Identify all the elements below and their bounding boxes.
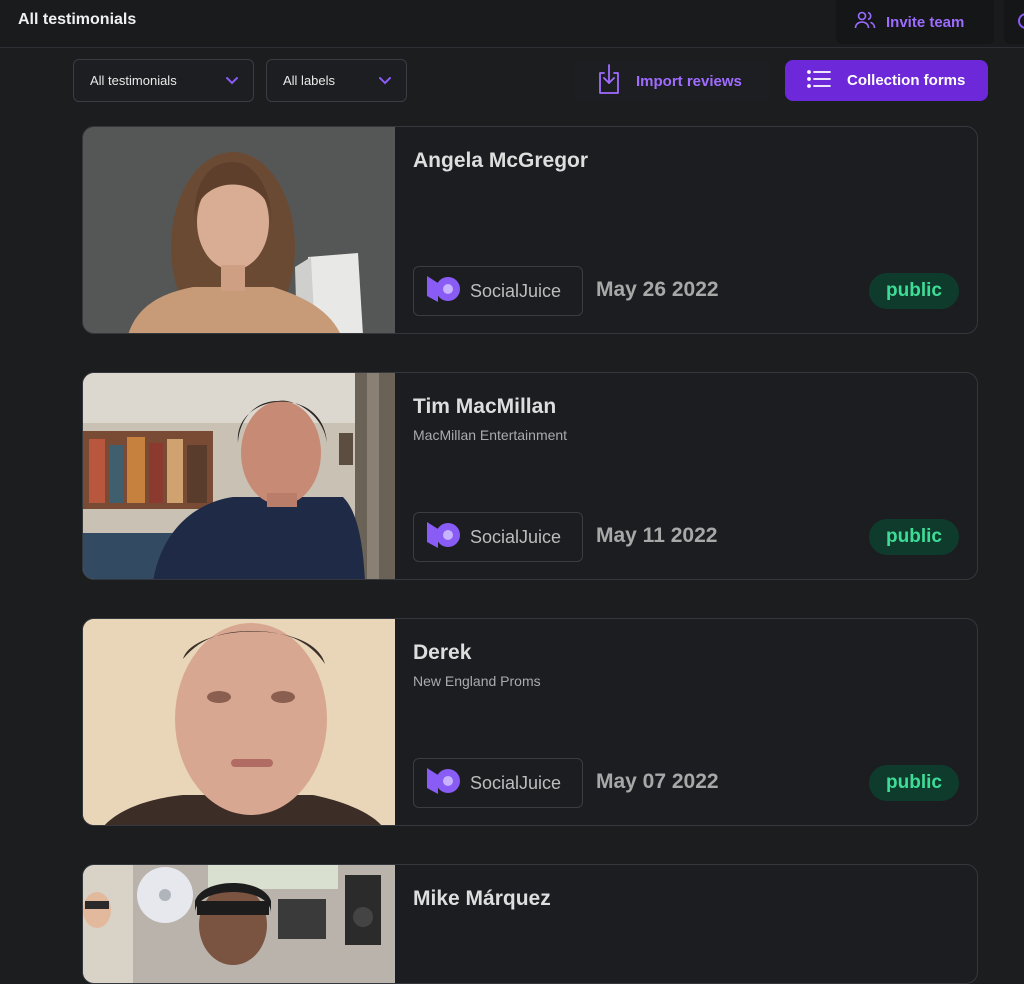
list-icon	[807, 69, 831, 92]
top-bar: All testimonials Invite team	[0, 0, 1024, 48]
source-label: SocialJuice	[470, 526, 562, 547]
video-thumbnail[interactable]	[83, 127, 395, 333]
source-badge: SocialJuice	[413, 266, 583, 316]
video-thumbnail[interactable]	[83, 865, 395, 983]
labels-filter-label: All labels	[283, 73, 336, 88]
testimonial-name: Tim MacMillan	[413, 395, 557, 418]
page-title: All testimonials	[18, 11, 137, 28]
testimonial-date: May 11 2022	[596, 524, 718, 547]
testimonial-card[interactable]: Tim MacMillan MacMillan Entertainment So…	[82, 372, 978, 580]
invite-team-label: Invite team	[886, 13, 965, 31]
import-icon	[596, 62, 622, 100]
testimonial-name: Angela McGregor	[413, 149, 589, 172]
testimonials-filter-label: All testimonials	[90, 73, 177, 88]
import-reviews-label: Import reviews	[636, 72, 742, 90]
testimonial-name: Derek	[413, 641, 472, 664]
import-reviews-button[interactable]: Import reviews	[574, 60, 770, 102]
source-label: SocialJuice	[470, 280, 562, 301]
users-icon	[854, 10, 876, 34]
testimonial-name: Mike Márquez	[413, 887, 551, 910]
help-button[interactable]	[1004, 0, 1024, 44]
testimonial-card[interactable]: Angela McGregor SocialJuice May 26 2022 …	[82, 126, 978, 334]
testimonial-date: May 07 2022	[596, 770, 719, 793]
status-badge[interactable]: public	[869, 765, 959, 801]
socialjuice-logo-icon	[426, 274, 462, 309]
testimonial-date: May 26 2022	[596, 278, 719, 301]
source-badge: SocialJuice	[413, 512, 583, 562]
collection-forms-label: Collection forms	[847, 72, 966, 89]
invite-team-button[interactable]: Invite team	[836, 0, 994, 44]
socialjuice-logo-icon	[426, 520, 462, 555]
source-badge: SocialJuice	[413, 758, 583, 808]
help-icon	[1018, 13, 1024, 29]
testimonial-company: MacMillan Entertainment	[413, 427, 568, 443]
source-label: SocialJuice	[470, 772, 562, 793]
testimonial-company: New England Proms	[413, 673, 541, 689]
chevron-down-icon	[225, 73, 239, 90]
status-badge[interactable]: public	[869, 519, 959, 555]
collection-forms-button[interactable]: Collection forms	[785, 60, 988, 101]
testimonial-card[interactable]: Derek New England Proms SocialJuice May …	[82, 618, 978, 826]
labels-filter-dropdown[interactable]: All labels	[266, 59, 407, 102]
testimonials-filter-dropdown[interactable]: All testimonials	[73, 59, 254, 102]
socialjuice-logo-icon	[426, 766, 462, 801]
video-thumbnail[interactable]	[83, 373, 395, 579]
video-thumbnail[interactable]	[83, 619, 395, 825]
status-badge[interactable]: public	[869, 273, 959, 309]
chevron-down-icon	[378, 73, 392, 90]
testimonial-card[interactable]: Mike Márquez	[82, 864, 978, 984]
